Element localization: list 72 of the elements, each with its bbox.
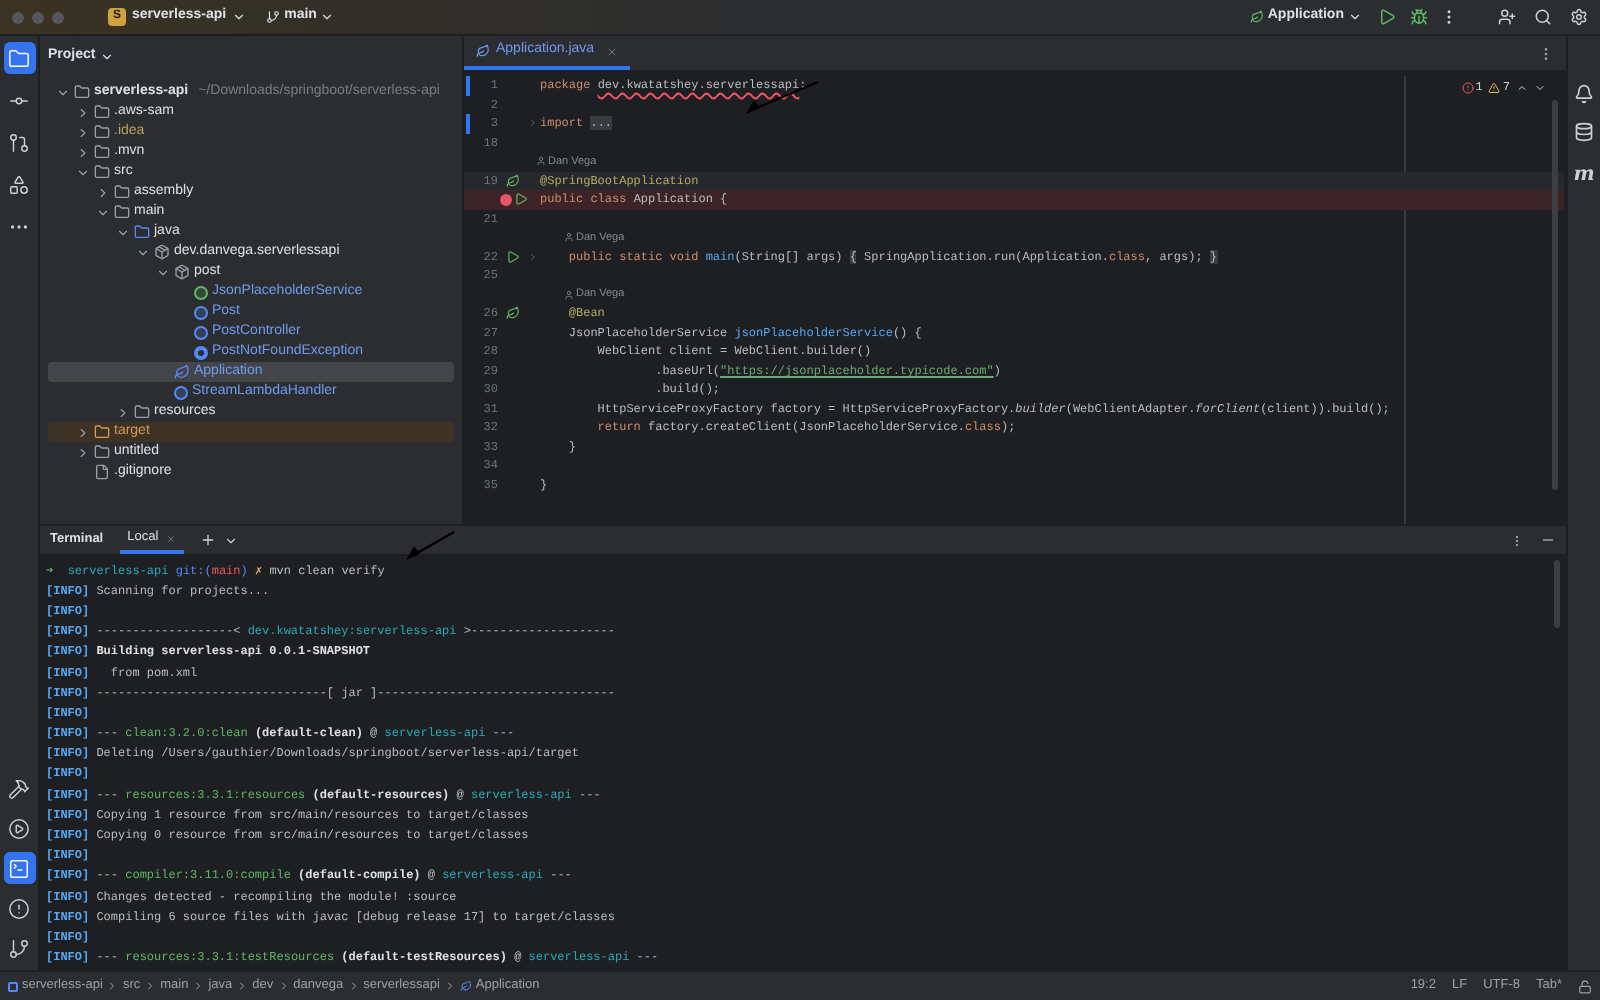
breakpoint-icon[interactable] (499, 193, 511, 206)
previous-highlight-icon[interactable] (1516, 81, 1528, 93)
folder-icon (8, 47, 30, 69)
run-icon[interactable] (506, 249, 520, 264)
folder-icon (114, 184, 130, 200)
search-icon[interactable] (1534, 8, 1552, 26)
annotation-arrow (404, 530, 456, 562)
breadcrumb-separator-icon (443, 980, 456, 992)
new-tab-icon[interactable] (200, 532, 217, 548)
breadcrumb-separator-icon (106, 980, 119, 992)
folder-icon (114, 204, 130, 220)
database-icon[interactable] (1574, 122, 1594, 142)
maven-tool-button[interactable]: m (1573, 160, 1595, 190)
warning-icon (1488, 81, 1501, 93)
module-folder-icon (74, 84, 90, 100)
debug-icon[interactable] (1410, 8, 1428, 26)
chevron-down-icon (320, 10, 335, 24)
folder-icon (94, 144, 110, 160)
folder-icon (94, 444, 110, 460)
play-circle-icon (8, 817, 30, 839)
change-marker (466, 76, 470, 95)
folder-icon (94, 424, 110, 440)
package-icon (174, 264, 190, 280)
pull-request-icon (8, 131, 30, 153)
breadcrumb-separator-icon (192, 980, 205, 992)
breadcrumb-separator-icon (144, 980, 157, 992)
folder-icon (94, 104, 110, 120)
package-icon (154, 244, 170, 260)
settings-icon[interactable] (1570, 8, 1588, 26)
leaf-class-icon (476, 44, 490, 58)
folder-icon (134, 224, 150, 240)
branch-icon (8, 937, 30, 959)
chevron-down-icon (1348, 10, 1362, 24)
close-icon[interactable] (606, 45, 619, 57)
folder-icon (134, 404, 150, 420)
file-icon (94, 464, 110, 480)
folder-icon (94, 164, 110, 180)
chevron-down-icon (232, 10, 247, 24)
unlock-icon[interactable] (1578, 979, 1592, 993)
chevron-down-icon[interactable] (224, 533, 239, 547)
scrollbar-thumb[interactable] (1554, 560, 1560, 628)
leaf-icon[interactable] (506, 306, 520, 321)
leaf-icon[interactable] (506, 173, 520, 188)
module-icon (8, 981, 18, 991)
notifications-icon[interactable] (1574, 84, 1594, 104)
person-icon (564, 232, 574, 243)
leaf-class-icon (459, 980, 472, 992)
add-user-icon[interactable] (1498, 8, 1516, 26)
branch-icon (266, 10, 281, 24)
run-icon[interactable] (513, 192, 527, 207)
person-icon (564, 289, 574, 300)
breadcrumb-separator-icon (347, 980, 360, 992)
run-icon[interactable] (1378, 8, 1396, 26)
scrollbar-thumb[interactable] (1552, 100, 1558, 490)
folder-tool-button[interactable] (3, 42, 35, 74)
folder-icon (94, 124, 110, 140)
terminal-tool-button[interactable] (3, 852, 35, 884)
shapes-icon (8, 173, 30, 195)
leaf-icon (1249, 10, 1264, 24)
person-icon (536, 156, 546, 167)
error-icon (1461, 81, 1474, 93)
alert-icon (8, 897, 30, 919)
hammer-icon (8, 777, 30, 799)
next-highlight-icon[interactable] (1534, 81, 1546, 93)
leaf-class-icon (174, 364, 190, 380)
class-icon (174, 385, 188, 399)
interface-icon (194, 285, 208, 299)
chevron-down-icon (99, 49, 114, 63)
terminal-icon (8, 857, 30, 879)
breadcrumb-separator-icon (236, 980, 249, 992)
change-marker (466, 114, 470, 133)
breadcrumb-separator-icon (277, 980, 290, 992)
